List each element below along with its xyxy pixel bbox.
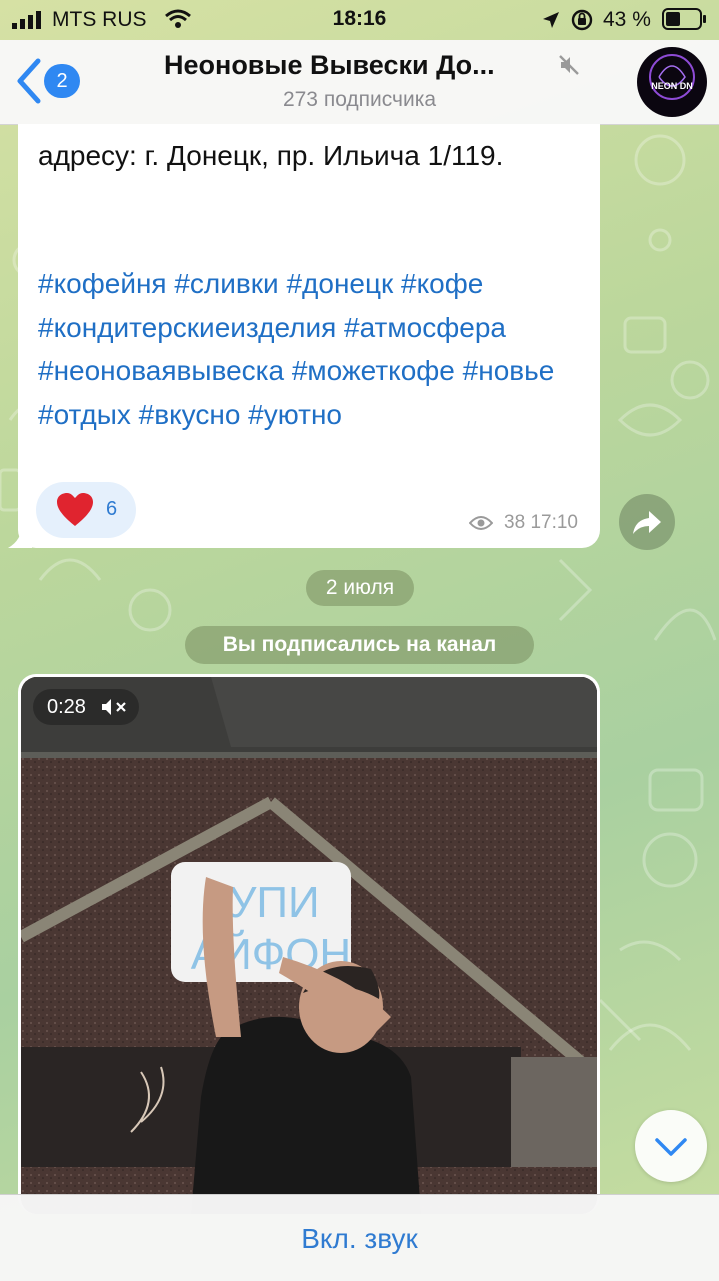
video-duration: 0:28: [47, 696, 86, 718]
channel-title[interactable]: Неоновые Вывески До...: [164, 50, 564, 81]
video-frame[interactable]: КУПИ АЙФОН 0:28: [21, 677, 597, 1214]
svg-text:NEON DN: NEON DN: [651, 81, 693, 91]
chevron-down-icon: [655, 1138, 687, 1156]
channel-avatar[interactable]: NEON DN: [637, 47, 707, 117]
share-arrow-icon: [633, 511, 661, 534]
bottom-bar: Вкл. звук: [0, 1194, 719, 1281]
video-thumbnail: КУПИ АЙФОН: [21, 677, 597, 1214]
date-separator: 2 июля: [306, 570, 414, 606]
neon-logo: NEON DN: [649, 54, 695, 100]
heart-icon: [57, 493, 93, 526]
post-time: 17:10: [530, 512, 578, 533]
video-duration-pill: 0:28: [33, 689, 139, 725]
post-address-text: адресу: г. Донецк, пр. Ильича 1/119.: [38, 140, 504, 171]
battery-icon: [662, 8, 706, 30]
post-meta: 38 17:10: [468, 512, 578, 534]
channel-post[interactable]: адресу: г. Донецк, пр. Ильича 1/119. #ко…: [18, 124, 600, 548]
subscriber-count[interactable]: 273 подписчика: [0, 88, 719, 112]
video-post[interactable]: КУПИ АЙФОН 0:28: [18, 674, 600, 1214]
share-button[interactable]: [619, 494, 675, 550]
scroll-to-bottom-button[interactable]: [635, 1110, 707, 1182]
view-count: 38: [504, 512, 526, 533]
battery-percent: 43 %: [603, 8, 651, 31]
subscribed-notice: Вы подписались на канал: [185, 626, 534, 664]
chat-header: 2 Неоновые Вывески До... 273 подписчика …: [0, 40, 719, 125]
speaker-off-icon[interactable]: [101, 697, 131, 717]
status-bar: MTS RUS 18:16 43 %: [0, 0, 719, 40]
heart-reaction[interactable]: 6: [36, 482, 136, 538]
post-hashtags[interactable]: #кофейня #сливки #донецк #кофе #кондитер…: [38, 262, 588, 436]
eye-icon: [468, 515, 493, 530]
rotation-lock-icon: [571, 9, 593, 31]
location-arrow-icon: [543, 12, 559, 28]
reaction-count: 6: [106, 498, 118, 520]
unmute-button[interactable]: Вкл. звук: [0, 1223, 719, 1255]
speaker-muted-icon: [559, 55, 579, 75]
